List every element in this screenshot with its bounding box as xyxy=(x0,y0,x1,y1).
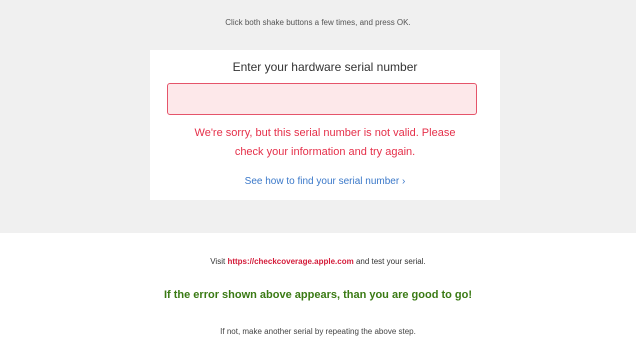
find-serial-link[interactable]: See how to find your serial number › xyxy=(150,176,500,187)
visit-line: Visit https://checkcoverage.apple.com an… xyxy=(0,257,636,266)
error-message-line-1: We're sorry, but this serial number is n… xyxy=(194,127,456,139)
instruction-text: Click both shake buttons a few times, an… xyxy=(225,18,411,27)
checkcoverage-link[interactable]: https://checkcoverage.apple.com xyxy=(227,257,353,266)
visit-suffix: and test your serial. xyxy=(355,257,426,266)
serial-card-title: Enter your hardware serial number xyxy=(232,60,418,74)
note-text: If not, make another serial by repeating… xyxy=(220,327,416,336)
top-panel: Click both shake buttons a few times, an… xyxy=(0,0,636,233)
error-message: We're sorry, but this serial number is n… xyxy=(170,124,480,162)
visit-prefix: Visit xyxy=(210,257,226,266)
success-message: If the error shown above appears, than y… xyxy=(163,289,473,301)
serial-number-input[interactable] xyxy=(167,83,477,115)
serial-card: Enter your hardware serial number We're … xyxy=(150,50,500,200)
error-message-line-2: check your information and try again. xyxy=(234,146,416,158)
